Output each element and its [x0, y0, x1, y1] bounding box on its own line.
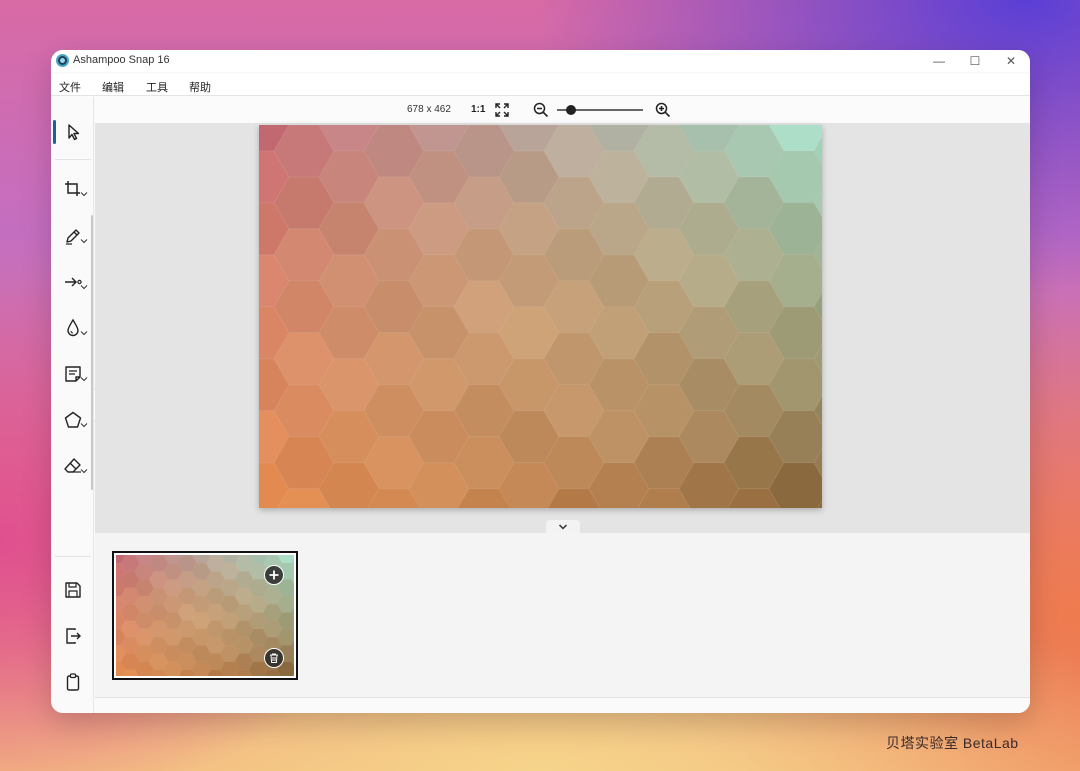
tool-separator [55, 159, 91, 160]
tool-sidebar [51, 97, 94, 713]
clipboard-button[interactable] [51, 665, 94, 699]
status-bar [95, 697, 1030, 713]
select-tool-button[interactable] [51, 115, 94, 149]
chevron-down-icon [80, 377, 88, 382]
screenshot-image[interactable] [183, 50, 875, 594]
close-button[interactable]: ✕ [999, 52, 1023, 70]
crop-tool-button[interactable] [51, 172, 94, 206]
menu-help[interactable]: 帮助 [189, 79, 211, 95]
shape-tool-button[interactable] [51, 403, 94, 437]
view-toolbar: 678 x 462 1:1 [95, 97, 1030, 123]
chevron-down-icon [80, 239, 88, 244]
export-icon [65, 628, 81, 644]
tool-scrollbar[interactable] [91, 215, 93, 490]
trash-icon [270, 653, 278, 663]
chevron-down-icon [80, 331, 88, 336]
menu-tools[interactable]: 工具 [146, 79, 168, 95]
zoom-out-icon[interactable] [533, 102, 549, 118]
arrow-tool-button[interactable] [51, 265, 94, 299]
editor-canvas[interactable] [95, 50, 1030, 594]
actual-size-button[interactable]: 1:1 [471, 104, 485, 115]
delete-button[interactable] [51, 711, 94, 713]
save-button[interactable] [51, 573, 94, 607]
menu-file[interactable]: 文件 [59, 79, 81, 95]
window-title: Ashampoo Snap 16 [73, 54, 170, 66]
image-dimensions: 678 x 462 [407, 104, 451, 115]
thumbnail-tray [92, 530, 1030, 703]
cursor-icon [67, 124, 79, 141]
fill-tool-button[interactable] [51, 311, 94, 345]
title-bar: Ashampoo Snap 16 — ☐ ✕ [51, 50, 1030, 72]
zoom-in-icon[interactable] [655, 102, 671, 118]
export-button[interactable] [51, 619, 94, 653]
menu-bar: 文件 编辑 工具 帮助 [51, 74, 1030, 96]
maximize-button[interactable]: ☐ [963, 52, 987, 70]
hexagon-pattern-image [183, 50, 875, 594]
app-window: Ashampoo Snap 16 — ☐ ✕ 文件 编辑 工具 帮助 678 x… [51, 50, 1030, 713]
menu-edit[interactable]: 编辑 [102, 79, 124, 95]
minimize-button[interactable]: — [927, 52, 951, 70]
thumbnail-item[interactable] [92, 530, 311, 703]
chevron-down-icon [80, 285, 88, 290]
eraser-tool-button[interactable] [51, 449, 94, 483]
delete-thumbnail-button[interactable] [264, 648, 284, 668]
add-to-editor-button[interactable] [264, 565, 284, 585]
text-tool-button[interactable] [51, 357, 94, 391]
chevron-down-icon [80, 192, 88, 197]
plus-icon [269, 570, 279, 580]
zoom-slider[interactable] [557, 105, 643, 115]
chevron-down-icon [80, 469, 88, 474]
watermark-text: 贝塔实验室 BetaLab [886, 735, 1019, 751]
zoom-slider-thumb[interactable] [566, 105, 576, 115]
save-icon [64, 582, 81, 598]
collapse-tray-button[interactable] [546, 520, 580, 534]
tool-separator [55, 556, 91, 557]
chevron-down-icon [558, 524, 568, 530]
app-logo-icon [56, 54, 69, 67]
fit-to-window-icon[interactable] [494, 102, 510, 118]
chevron-down-icon [80, 423, 88, 428]
pen-tool-button[interactable] [51, 219, 94, 253]
clipboard-icon [66, 673, 79, 691]
